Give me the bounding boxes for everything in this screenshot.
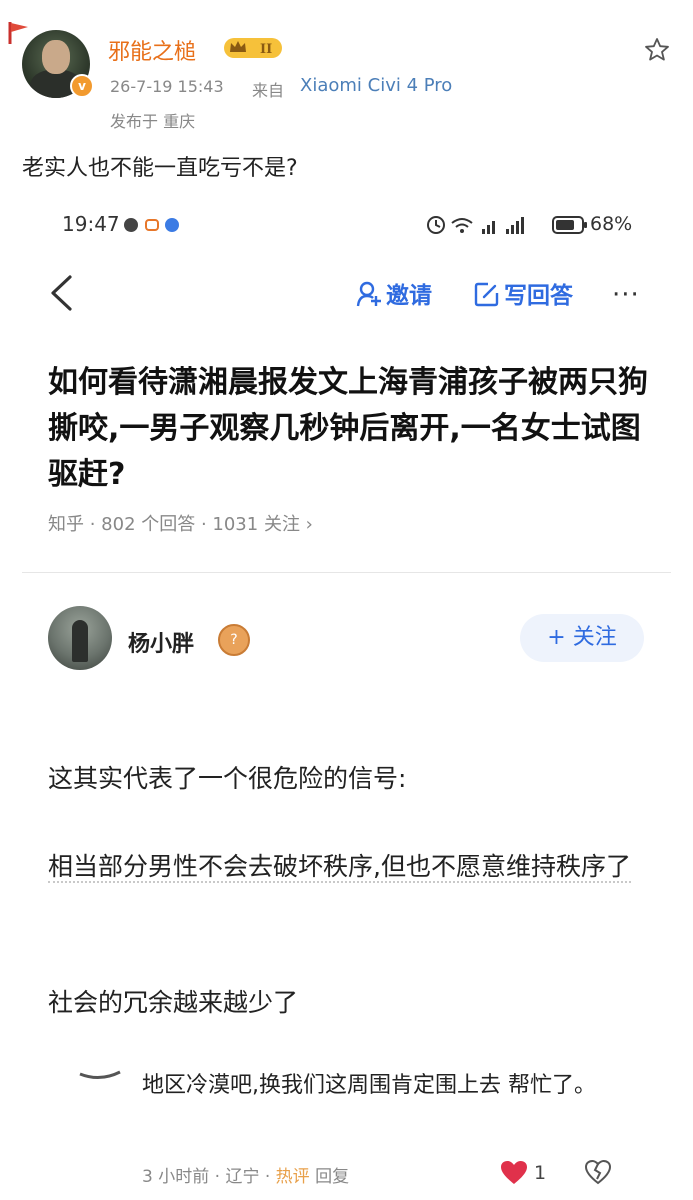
reply-button[interactable]: 回复 [315, 1167, 349, 1187]
divider [22, 572, 671, 573]
svg-text:II: II [260, 42, 272, 57]
vip-crown-icon: II [224, 38, 282, 58]
comment-avatar-fragment [79, 1070, 121, 1079]
dislike-broken-heart-icon[interactable] [584, 1158, 612, 1186]
avatar-figure-face [42, 40, 70, 74]
battery-percent: 68% [590, 213, 633, 235]
favorite-star-icon[interactable] [643, 36, 671, 64]
status-notification-icons [124, 218, 179, 232]
back-arrow-icon[interactable] [48, 274, 74, 312]
like-count: 1 [534, 1162, 547, 1184]
status-signal-icons [427, 216, 524, 234]
question-title[interactable]: 如何看待潇湘晨报发文上海青浦孩子被两只狗撕咬,一男子观察几秒钟后离开,一名女士试… [48, 360, 648, 498]
comment-time: 3 小时前 [142, 1167, 210, 1187]
edit-icon [474, 282, 499, 307]
more-menu-icon[interactable]: ··· [612, 280, 640, 310]
avatar-figure [72, 620, 88, 662]
like-heart-icon[interactable] [500, 1160, 528, 1186]
write-answer-button[interactable]: 写回答 [474, 278, 594, 312]
status-time: 19:47 [62, 212, 120, 236]
answer-author-avatar[interactable] [48, 606, 112, 670]
username[interactable]: 邪能之槌 [108, 34, 196, 66]
answer-paragraph-2-text: 相当部分男性不会去破坏秩序,但也不愿意维持秩序了 [48, 852, 631, 883]
write-answer-label: 写回答 [504, 283, 573, 309]
post-location: 发布于 重庆 [110, 112, 196, 131]
question-meta[interactable]: 知乎 · 802 个回答 · 1031 关注 › [48, 510, 313, 536]
post-text: 老实人也不能一直吃亏不是? [22, 156, 298, 181]
answer-paragraph-2: 相当部分男性不会去破坏秩序,但也不愿意维持秩序了 [48, 844, 648, 890]
invite-label: 邀请 [386, 283, 432, 309]
post-time: 26-7-19 15:43 [110, 77, 224, 96]
comment-location: 辽宁 [225, 1167, 260, 1187]
post-device[interactable]: Xiaomi Civi 4 Pro [300, 75, 452, 96]
post-source-prefix: 来自 [252, 81, 285, 100]
answer-paragraph-3: 社会的冗余越来越少了 [48, 988, 299, 1017]
author-badge-icon: ? [218, 624, 250, 656]
invite-button[interactable]: 邀请 [356, 278, 466, 312]
comment-meta: 3 小时前 · 辽宁 · 热评 回复 [142, 1167, 350, 1187]
embedded-screenshot: 19:47 68% 邀请 写回答 ··· 如何看待潇湘晨报发文上海青浦孩子被两只… [22, 196, 671, 1200]
answer-author-name[interactable]: 杨小胖 [128, 626, 194, 658]
battery-icon [552, 216, 587, 234]
follow-button[interactable]: + 关注 [520, 614, 644, 662]
answer-paragraph-1: 这其实代表了一个很危险的信号: [48, 764, 407, 793]
hot-comment-badge: 热评 [275, 1167, 310, 1187]
comment-text: 地区冷漠吧,换我们这周围肯定围上去 帮忙了。 [142, 1073, 596, 1098]
invite-person-icon [356, 281, 381, 307]
verified-badge-icon: v [70, 74, 94, 98]
